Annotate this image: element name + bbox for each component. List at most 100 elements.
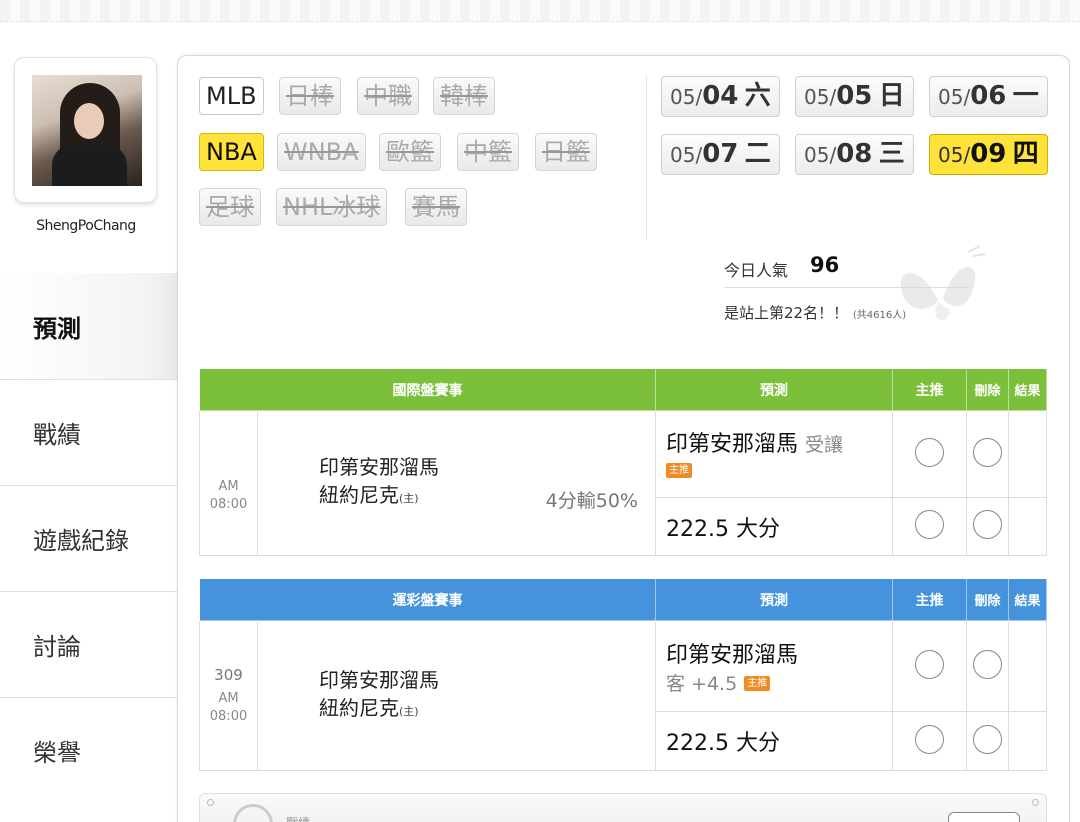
main-pick-radio[interactable] [915, 724, 944, 754]
date-button-0509[interactable]: 05/09 四 [929, 134, 1048, 175]
date-button-0507[interactable]: 05/07 二 [661, 134, 780, 175]
nav-item-game-history[interactable]: 遊戲紀錄 [0, 485, 178, 591]
avatar-card[interactable] [14, 57, 157, 203]
home-team: 紐約尼克 [319, 695, 399, 720]
date-month: 05/ [804, 143, 837, 167]
sport-chip-kbo[interactable]: 韓棒 [433, 77, 495, 115]
time-clock: 08:00 [209, 708, 248, 724]
time-clock: 08:00 [209, 497, 248, 512]
delete-radio[interactable] [973, 649, 1002, 679]
home-mark: (主) [399, 492, 419, 505]
table-row: AM 08:00 印第安那溜馬 紐約尼克(主) 4分輸50% 印第安那溜馬 受讓… [199, 410, 1047, 556]
date-day: 09 [970, 139, 1007, 169]
header-prediction: 預測 [655, 578, 893, 621]
header-result: 結果 [1008, 578, 1047, 621]
nav-item-predict[interactable]: 預測 [0, 273, 178, 379]
game-time: AM 08:00 [199, 410, 258, 556]
result-cell [1008, 410, 1047, 498]
delete-radio[interactable] [973, 437, 1002, 467]
header-event: 國際盤賽事 [199, 368, 656, 411]
sport-chip-japan-basketball[interactable]: 日籃 [535, 133, 597, 171]
header-divider [646, 75, 647, 240]
sport-chip-wnba[interactable]: WNBA [277, 133, 366, 171]
record-label: 戰績 [286, 814, 310, 822]
prediction-total[interactable]: 222.5 大分 [655, 497, 893, 556]
date-month: 05/ [670, 85, 703, 109]
matchup: 印第安那溜馬 紐約尼克(主) [257, 620, 656, 771]
date-button-0504[interactable]: 05/04 六 [661, 76, 780, 117]
sport-chip-cpbl[interactable]: 中職 [357, 77, 419, 115]
avatar-body [52, 145, 127, 186]
delete-cell [966, 711, 1009, 771]
date-day: 08 [836, 139, 873, 169]
pick-handicap: 受讓 [805, 433, 844, 456]
date-day: 07 [702, 139, 739, 169]
sport-chip-nhl[interactable]: NHL冰球 [276, 188, 388, 226]
main-pick-badge: 主推 [666, 463, 692, 478]
delete-radio[interactable] [973, 724, 1002, 754]
corner-dot-icon [207, 799, 214, 806]
decorative-top-border [0, 0, 1080, 22]
date-button-0505[interactable]: 05/05 日 [795, 76, 914, 117]
nav-item-record[interactable]: 戰績 [0, 379, 178, 485]
popularity-value: 96 [810, 253, 840, 277]
away-team: 印第安那溜馬 [319, 455, 439, 479]
date-weekday: 六 [744, 81, 771, 111]
header-main-pick: 主推 [892, 368, 967, 411]
sport-chip-soccer[interactable]: 足球 [199, 188, 261, 226]
date-weekday: 三 [878, 139, 905, 169]
main-pick-radio[interactable] [915, 649, 944, 679]
date-month: 05/ [938, 143, 971, 167]
popularity-label: 今日人氣 [724, 261, 789, 280]
header-main-pick: 主推 [892, 578, 967, 621]
main-pick-radio[interactable] [915, 437, 944, 467]
header-event: 運彩盤賽事 [199, 578, 656, 621]
nav-item-honors[interactable]: 榮譽 [0, 697, 178, 803]
date-month: 05/ [938, 85, 971, 109]
avatar-face [74, 103, 104, 139]
corner-dot-icon [1032, 799, 1039, 806]
date-weekday: 四 [1012, 139, 1039, 169]
sport-chip-mlb[interactable]: MLB [199, 77, 264, 115]
result-cell [1008, 711, 1047, 771]
lottery-odds-table: 運彩盤賽事 預測 主推 刪除 結果 309 AM 08:00 印第安那溜馬 紐約… [199, 578, 1047, 771]
prediction-total[interactable]: 222.5 大分 [655, 711, 893, 771]
date-button-0508[interactable]: 05/08 三 [795, 134, 914, 175]
date-button-0506[interactable]: 05/06 一 [929, 76, 1048, 117]
avatar [32, 75, 142, 186]
date-month: 05/ [804, 85, 837, 109]
delete-cell [966, 620, 1009, 712]
date-day: 06 [970, 81, 1007, 111]
main-pick-badge: 主推 [744, 676, 771, 691]
main-pick-cell [892, 711, 967, 771]
username[interactable]: ShengPoChang [0, 218, 172, 234]
main-pick-cell [892, 410, 967, 498]
delete-radio[interactable] [973, 510, 1002, 539]
matchup: 印第安那溜馬 紐約尼克(主) 4分輸50% [257, 410, 656, 556]
record-action-button[interactable] [948, 812, 1020, 822]
away-team: 印第安那溜馬 [319, 667, 439, 692]
record-section-header: 戰績 [199, 793, 1047, 822]
sport-chip-euro-basketball[interactable]: 歐籃 [379, 133, 441, 171]
game-number: 309 [214, 665, 243, 684]
pick-team: 印第安那溜馬 [666, 642, 799, 668]
time-ampm: AM [218, 479, 239, 494]
record-ring-icon [233, 804, 273, 822]
delete-cell [966, 497, 1009, 556]
sport-chip-china-basketball[interactable]: 中籃 [457, 133, 519, 171]
sport-chip-npb[interactable]: 日棒 [279, 77, 341, 115]
butterfly-watermark-icon [900, 245, 986, 321]
main-pick-radio[interactable] [915, 510, 944, 539]
sport-chip-nba[interactable]: NBA [199, 133, 264, 171]
nav-item-discussion[interactable]: 討論 [0, 591, 178, 697]
main-pick-cell [892, 620, 967, 712]
date-weekday: 一 [1012, 81, 1039, 111]
result-cell [1008, 497, 1047, 556]
header-delete: 刪除 [966, 578, 1009, 621]
sport-chip-horse-racing[interactable]: 賽馬 [405, 188, 467, 226]
prediction-spread[interactable]: 印第安那溜馬 受讓 主推 [655, 410, 893, 498]
date-day: 05 [836, 81, 873, 111]
date-weekday: 日 [878, 81, 905, 111]
odds-line: 4分輸50% [545, 490, 638, 512]
prediction-spread[interactable]: 印第安那溜馬 客 +4.5 主推 [655, 620, 893, 712]
